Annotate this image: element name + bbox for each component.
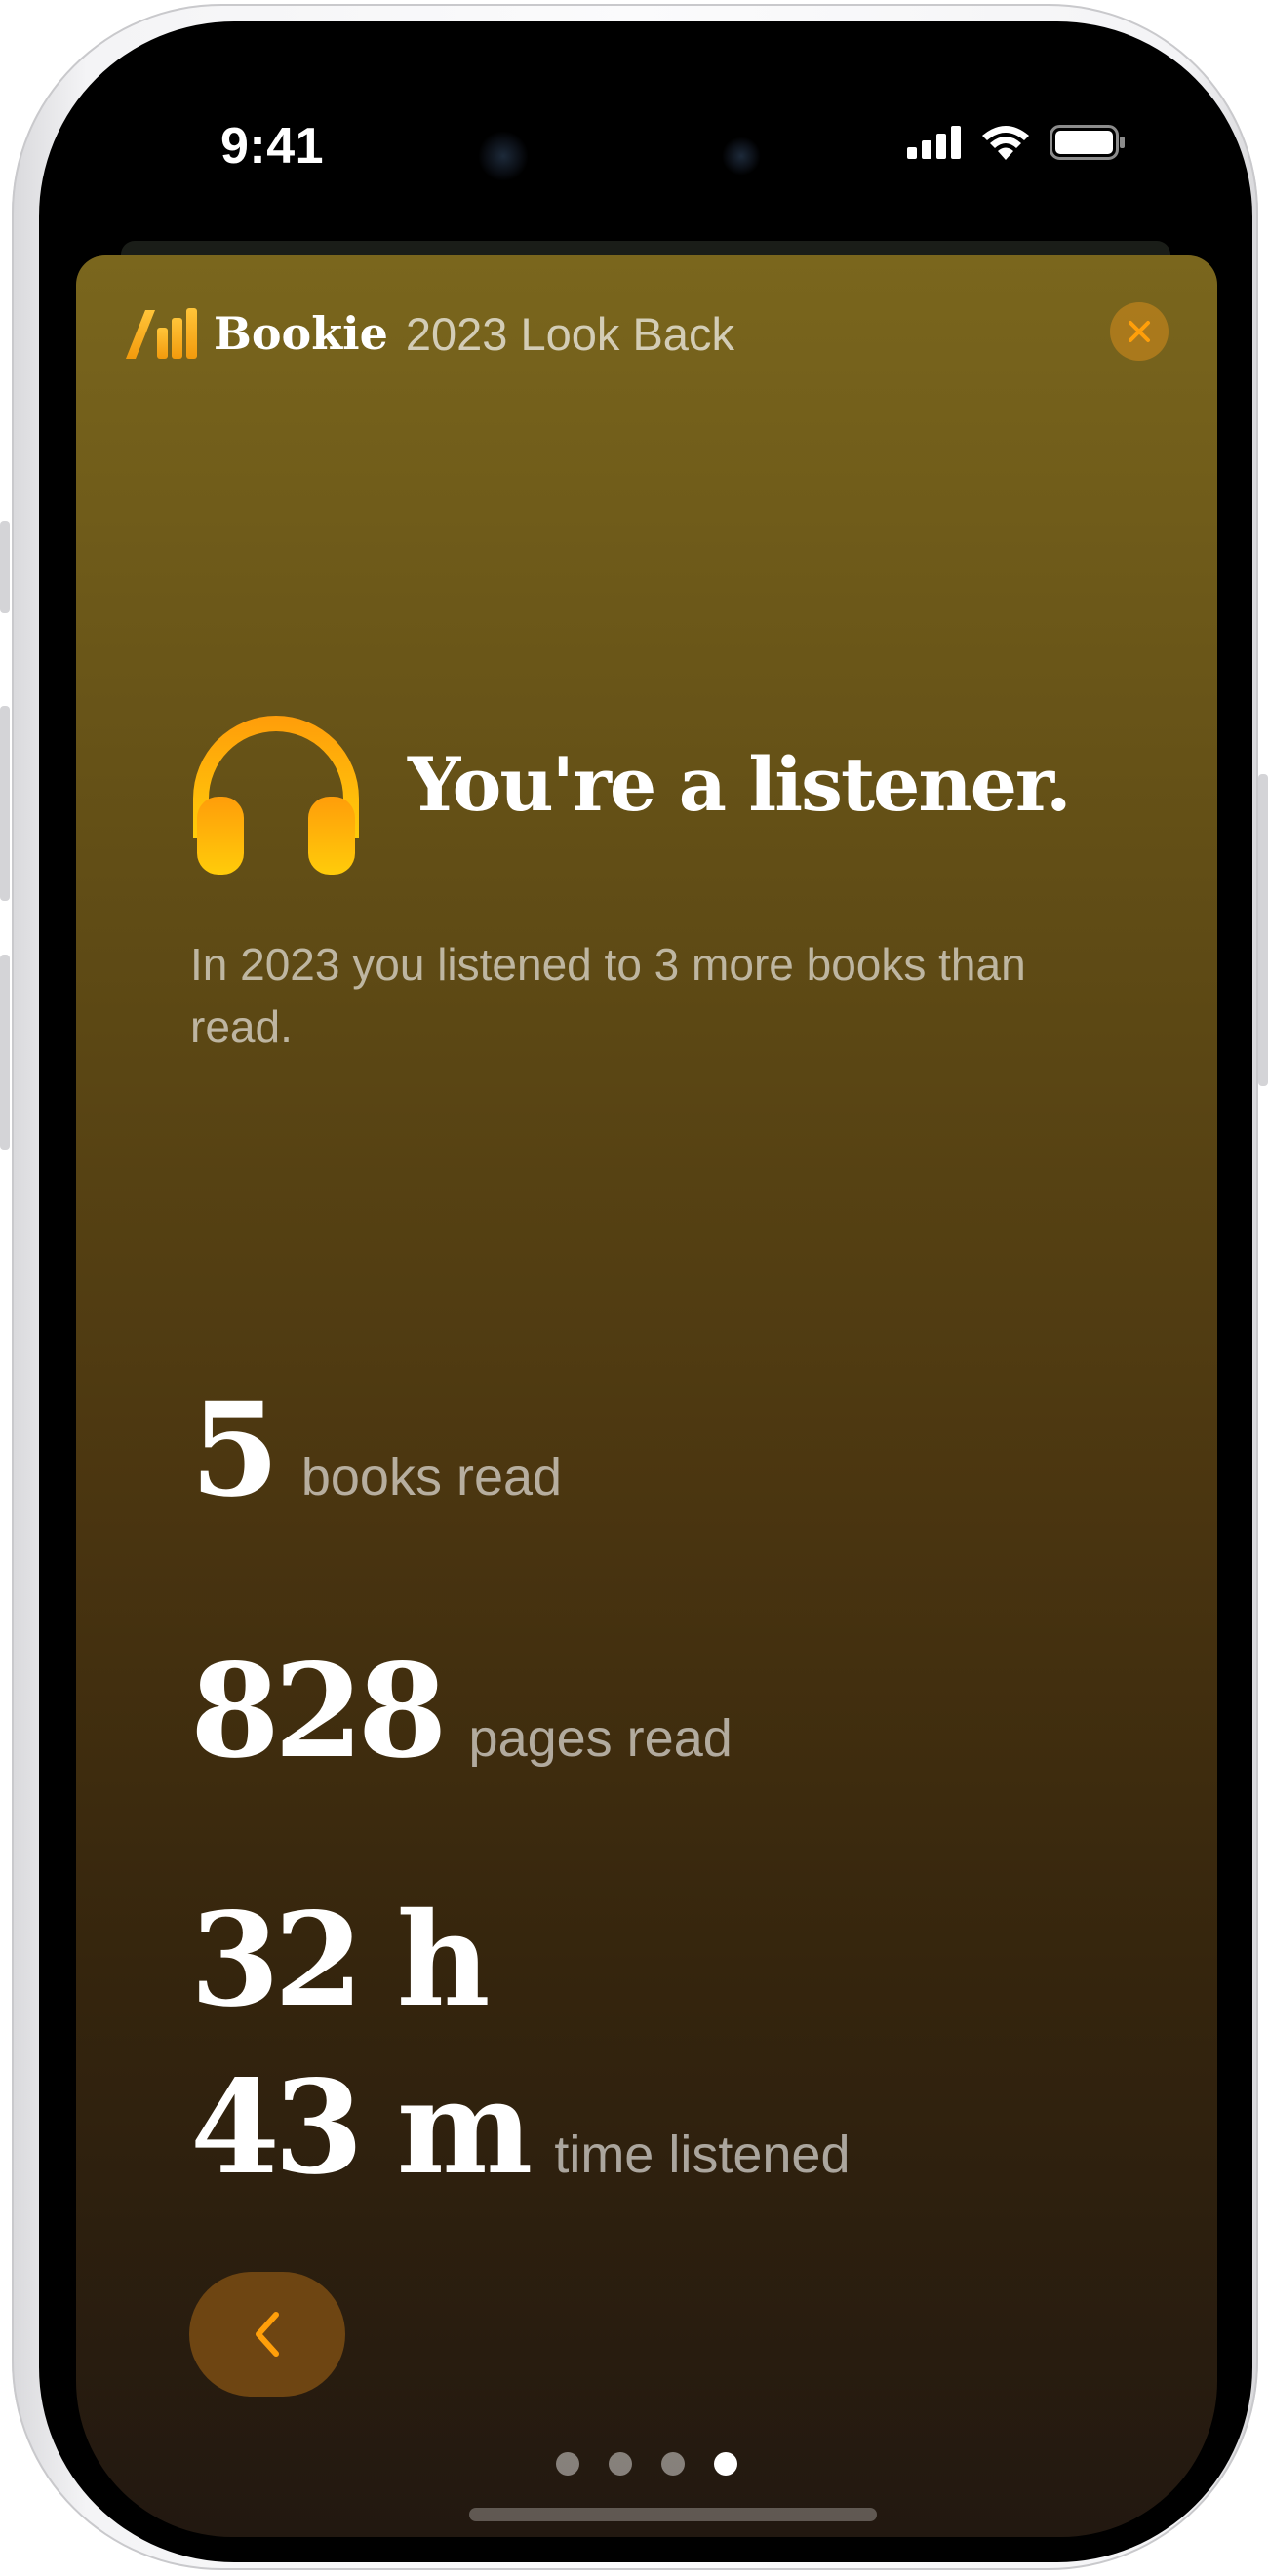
stat-time-minutes: 43 m [190,2052,533,2204]
wifi-icon [982,126,1029,160]
stat-pages-value: 828 [190,1636,448,1787]
close-button[interactable] [1110,302,1169,361]
hero-title: You're a listener. [408,740,1072,828]
stat-books: 5 books read [190,1386,562,1515]
page-dot-1[interactable] [556,2452,579,2476]
stat-pages: 828 pages read [190,1648,733,1776]
card-header: Bookie 2023 Look Back [122,304,734,363]
chevron-left-icon [256,2312,279,2357]
stat-time: 32 h 43 m time listened [190,1896,850,2232]
stat-pages-label: pages read [468,1709,733,1768]
front-camera-icon [478,131,529,181]
page-dot-2[interactable] [609,2452,632,2476]
volume-up-button [0,706,10,901]
status-bar: 9:41 [39,21,1252,216]
action-button [0,521,10,613]
status-icons [907,125,1126,160]
screen: 9:41 Bookie 2023 Look Back You're a list… [39,21,1252,2562]
look-back-card: Bookie 2023 Look Back You're a listener.… [76,255,1217,2537]
headphones-icon [193,716,359,875]
volume-down-button [0,955,10,1150]
stat-time-minutes-line: 43 m time listened [190,2064,850,2193]
cellular-signal-icon [907,126,961,159]
face-id-sensor-icon [722,137,761,176]
bookie-logo-icon [126,308,197,359]
power-button [1258,774,1268,1086]
stat-time-label: time listened [554,2126,851,2184]
page-indicator[interactable] [76,2452,1217,2476]
back-button[interactable] [189,2272,345,2397]
page-dot-4[interactable] [714,2452,737,2476]
stat-books-value: 5 [190,1375,280,1526]
phone-frame: 9:41 Bookie 2023 Look Back You're a list… [0,4,1268,2570]
battery-icon [1050,125,1125,160]
close-icon [1129,321,1150,342]
hero-section: You're a listener. [183,691,1072,877]
home-indicator[interactable] [469,2508,877,2521]
page-dot-3[interactable] [661,2452,685,2476]
brand-name: Bookie [214,307,388,360]
header-subtitle: 2023 Look Back [405,307,734,360]
stat-time-hours-line: 32 h [190,1896,850,2025]
stat-books-label: books read [300,1448,563,1506]
stat-time-hours: 32 h [190,1885,491,2036]
hero-description: In 2023 you listened to 3 more books tha… [190,939,1026,1052]
status-time: 9:41 [220,118,325,175]
